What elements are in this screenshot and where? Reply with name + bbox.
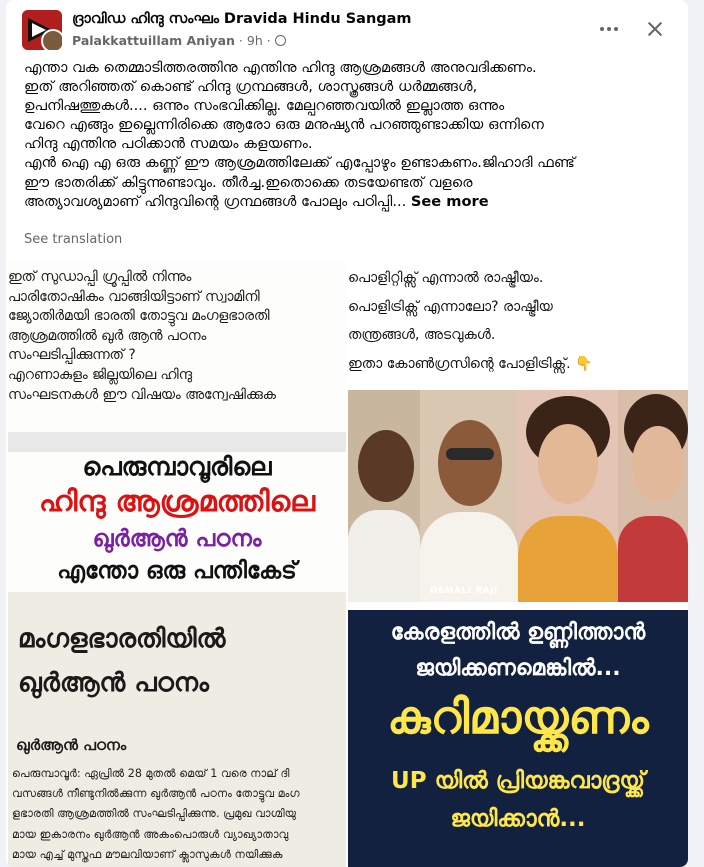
top-right-caption: പൊളിറ്റിക്സ് എന്നാൽ രാഷ്ട്രീയം. പൊളിട്രി… bbox=[348, 264, 688, 378]
left-caption: ഇത് സുഡാപ്പി ഗ്രൂപ്പിൽ നിന്നും പാരിതോഷിക… bbox=[8, 268, 346, 405]
clipping-title: മംഗളഭാരതിയിൽ bbox=[18, 624, 226, 654]
post-header: ദ്രാവിഡ ഹിന്ദു സംഘം Dravida Hindu Sangam… bbox=[6, 0, 688, 56]
clipping-line: പെരുമ്പാവൂർ: ഏപ്രിൽ 28 മുതൽ മെയ് 1 വരെ ന… bbox=[12, 767, 290, 780]
image-top-right[interactable]: പൊളിറ്റിക്സ് എന്നാൽ രാഷ്ട്രീയം. പൊളിട്രി… bbox=[348, 262, 688, 607]
photo-credit: DEMALI RAJI bbox=[430, 586, 498, 596]
group-avatar[interactable] bbox=[22, 10, 62, 50]
photo-person bbox=[420, 390, 518, 602]
top-right-line: ഇതാ കോൺഗ്രസിന്റെ പോളിട്രിക്സ്. 👇 bbox=[348, 355, 593, 372]
banner-line: ജയിക്കണമെങ്കിൽ... bbox=[415, 656, 621, 681]
clipping-subtitle: ഖുർആൻ പഠനം bbox=[16, 736, 127, 754]
image-left[interactable]: ഇത് സുഡാപ്പി ഗ്രൂപ്പിൽ നിന്നും പാരിതോഷിക… bbox=[8, 262, 346, 867]
photo-person bbox=[518, 390, 618, 602]
post-time[interactable]: 9h bbox=[247, 33, 263, 48]
clipping-title: ഖുർആൻ പഠനം bbox=[18, 668, 209, 698]
dot-icon bbox=[600, 27, 604, 31]
left-caption-line: ആശ്രമത്തിൽ ഖുർ ആൻ പഠനം bbox=[8, 327, 207, 344]
shirt bbox=[518, 516, 618, 602]
top-right-line: തന്ത്രങ്ങൾ, അടവുകൾ. bbox=[348, 327, 496, 343]
banner-line: UP യിൽ പ്രിയങ്കവാദ്രയ്ക്ക് bbox=[391, 768, 645, 794]
post-meta: Palakkattuillam Aniyan · 9h · bbox=[72, 33, 286, 48]
group-name-link[interactable]: ദ്രാവിഡ ഹിന്ദു സംഘം Dravida Hindu Sangam bbox=[72, 11, 412, 27]
dot-icon bbox=[607, 27, 611, 31]
face bbox=[538, 424, 598, 504]
post-body: എന്താ വക തെമ്മാടിത്തരത്തിനു എന്തിനു ഹിന്… bbox=[24, 58, 678, 211]
meta-separator: · bbox=[266, 33, 271, 48]
glasses bbox=[446, 448, 494, 460]
face bbox=[632, 426, 684, 502]
clipping-line: മായ ഇകാരനം ഖുർആൻ അകംപൊരുൾ വ്യാഖ്യാതാവു bbox=[12, 827, 289, 841]
shirt bbox=[618, 516, 688, 602]
banner-line: ജയിക്കാൻ... bbox=[450, 806, 586, 832]
dot-icon bbox=[614, 27, 618, 31]
clipping-line: മായ എച്ച് മുസ്തഫ മൗലവിയാണ് ക്ലാസുകൾ നയിക… bbox=[12, 847, 283, 861]
globe-icon bbox=[274, 35, 286, 46]
meta-separator: · bbox=[238, 33, 243, 48]
politician-photos: DEMALI RAJI bbox=[348, 390, 688, 602]
post-card: ദ്രാവിഡ ഹിന്ദു സംഘം Dravida Hindu Sangam… bbox=[6, 0, 688, 867]
headline-place: പെരുമ്പാവൂരിലെ bbox=[82, 452, 272, 481]
top-right-line: പൊളിട്രിക്സ് എന്നാലോ? രാഷ്ട്രീയ bbox=[348, 298, 553, 315]
left-caption-line: പാരിതോഷികം വാങ്ങിയിട്ടാണ് സ്വാമിനി bbox=[8, 288, 260, 305]
divider bbox=[8, 432, 346, 452]
photo-person bbox=[348, 390, 420, 602]
clipping-line: ളഭാരതി ആശ്രമത്തിൽ സംഘടിപ്പിക്കുന്നു. പ്ര… bbox=[12, 807, 297, 821]
headline-quran: ഖുർആൻ പഠനം bbox=[92, 526, 262, 552]
more-options-button[interactable] bbox=[592, 12, 626, 46]
headline-suspicion: എന്തോ ഒരു പന്തികേട് bbox=[57, 558, 297, 584]
banner-line: കേരളത്തിൽ ഉണ്ണിത്താൻ bbox=[390, 620, 646, 645]
left-caption-line: ഇത് സുഡാപ്പി ഗ്രൂപ്പിൽ നിന്നും bbox=[8, 269, 192, 285]
post-image-grid: ഇത് സുഡാപ്പി ഗ്രൂപ്പിൽ നിന്നും പാരിതോഷിക… bbox=[6, 262, 688, 867]
left-caption-line: സംഘടിപ്പിക്കുന്നത് ? bbox=[8, 347, 136, 364]
headline-ashram: ഹിന്ദു ആശ്രമത്തിലെ bbox=[39, 484, 315, 518]
clipping-line: വസങ്ങൾ നീണ്ടുനിൽക്കുന്ന ഖുർആൻ പഠനം തോട്ട… bbox=[12, 787, 300, 801]
author-avatar[interactable] bbox=[41, 29, 62, 50]
face bbox=[438, 420, 502, 506]
left-caption-line: ജ്യോതിർമയി ഭാരതി തോട്ടുവ മംഗളഭാരതി bbox=[8, 308, 270, 325]
left-caption-line: സംഘടനകൾ ഈ വിഷയം അന്വേഷിക്കുക bbox=[8, 386, 276, 403]
banner-headline: കുറിമായ്ക്കണം bbox=[387, 690, 649, 744]
see-translation-link[interactable]: See translation bbox=[24, 232, 122, 247]
clipping-body: പെരുമ്പാവൂർ: ഏപ്രിൽ 28 മുതൽ മെയ് 1 വരെ ന… bbox=[12, 764, 346, 865]
see-more-link[interactable]: See more bbox=[411, 193, 489, 210]
post-text: എന്താ വക തെമ്മാടിത്തരത്തിനു എന്തിനു ഹിന്… bbox=[24, 59, 575, 210]
shirt bbox=[348, 510, 420, 602]
author-name-link[interactable]: Palakkattuillam Aniyan bbox=[72, 33, 235, 48]
top-right-line: പൊളിറ്റിക്സ് എന്നാൽ രാഷ്ട്രീയം. bbox=[348, 270, 544, 286]
left-caption-line: എറണാകുളം ജില്ലയിലെ ഹിന്ദു bbox=[8, 366, 193, 383]
close-icon[interactable] bbox=[638, 12, 672, 46]
photo-person bbox=[618, 390, 688, 602]
face bbox=[358, 430, 414, 502]
image-bottom-right[interactable]: കേരളത്തിൽ ഉണ്ണിത്താൻ ജയിക്കണമെങ്കിൽ... ക… bbox=[348, 610, 688, 867]
